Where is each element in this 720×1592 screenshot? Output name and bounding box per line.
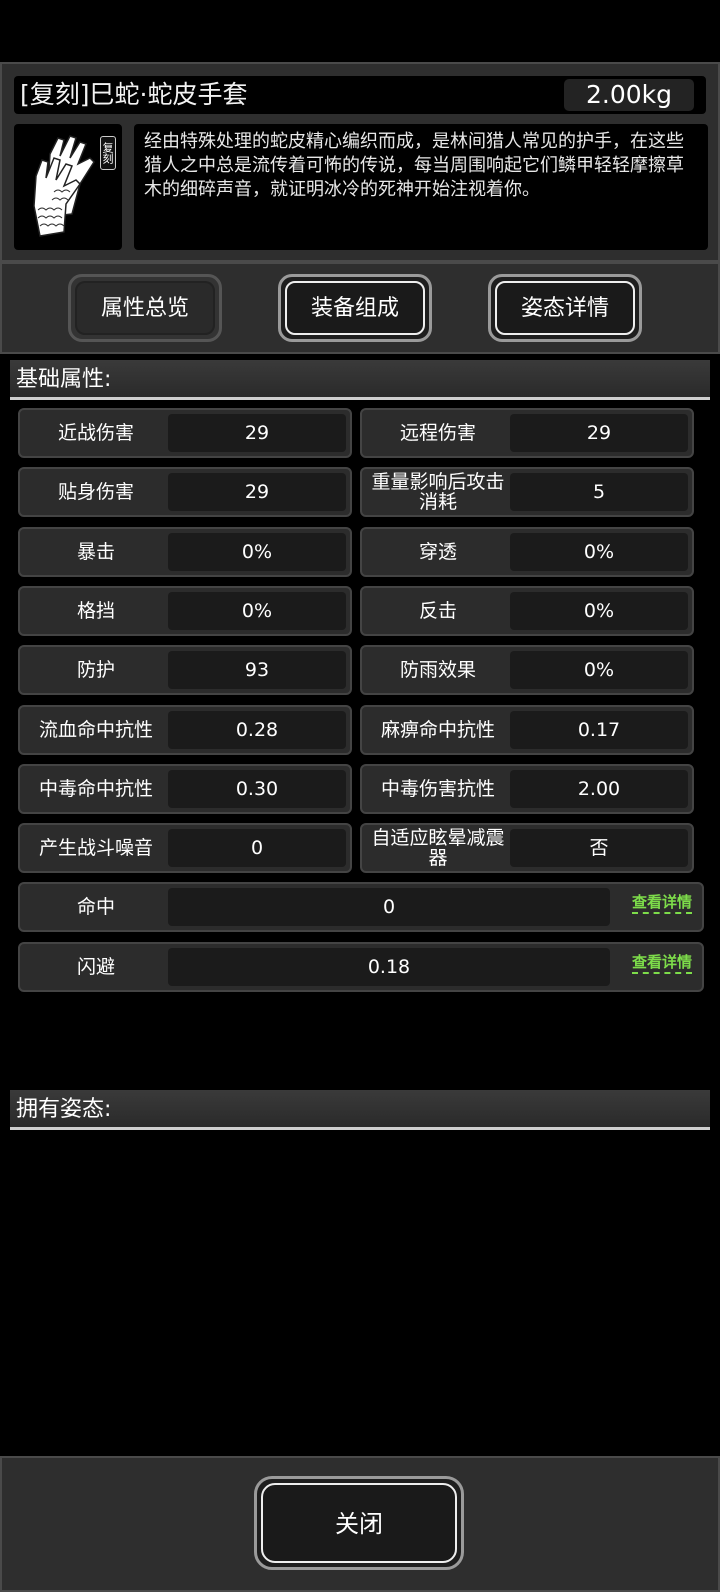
stat-label: 近战伤害	[57, 422, 134, 444]
stat-row-wide: 闪避 0.18 查看详情	[18, 942, 704, 992]
tab-stance-details[interactable]: 姿态详情	[488, 274, 642, 342]
stat-label: 自适应眩晕减震器	[371, 827, 505, 869]
stat-label: 产生战斗噪音	[38, 837, 153, 859]
stat-value: 0%	[510, 592, 688, 630]
stat-row: 暴击 0%	[18, 527, 352, 577]
stat-value: 2.00	[510, 770, 688, 808]
stat-label: 反击	[418, 600, 457, 622]
stat-value: 29	[168, 473, 346, 511]
stat-row: 远程伤害 29	[360, 408, 694, 458]
stat-row: 格挡 0%	[18, 586, 352, 636]
stat-row: 反击 0%	[360, 586, 694, 636]
item-name-bar: [复刻]巳蛇·蛇皮手套 2.00kg	[14, 76, 706, 114]
tabs-bar: 属性总览 装备组成 姿态详情	[0, 262, 720, 354]
stat-value: 5	[510, 473, 688, 511]
stat-value: 29	[168, 414, 346, 452]
stat-label: 重量影响后攻击消耗	[371, 471, 505, 513]
close-button-label: 关闭	[261, 1483, 457, 1563]
basic-attributes-header: 基础属性:	[10, 360, 710, 400]
stat-label: 中毒伤害抗性	[380, 778, 495, 800]
stat-value: 29	[510, 414, 688, 452]
stat-value: 否	[510, 829, 688, 867]
stat-row: 近战伤害 29	[18, 408, 352, 458]
section-title: 拥有姿态:	[16, 1097, 112, 1122]
stat-label: 中毒命中抗性	[38, 778, 153, 800]
stat-value: 0.30	[168, 770, 346, 808]
tab-attribute-overview[interactable]: 属性总览	[68, 274, 222, 342]
tab-equipment-composition[interactable]: 装备组成	[278, 274, 432, 342]
stat-row: 贴身伤害 29	[18, 467, 352, 517]
stat-row: 产生战斗噪音 0	[18, 823, 352, 873]
item-icon-frame: 复刻	[14, 124, 122, 250]
stat-row: 流血命中抗性 0.28	[18, 705, 352, 755]
stat-row: 穿透 0%	[360, 527, 694, 577]
item-description-box: 经由特殊处理的蛇皮精心编织而成，是林间猎人常见的护手，在这些猎人之中总是流传着可…	[134, 124, 708, 250]
stat-value: 0	[168, 888, 610, 926]
stat-label: 防雨效果	[399, 659, 476, 681]
stat-label: 麻痹命中抗性	[380, 719, 495, 741]
stat-value: 0%	[168, 533, 346, 571]
owned-stances-header: 拥有姿态:	[10, 1090, 710, 1130]
tab-stance-details-label: 姿态详情	[495, 281, 635, 335]
stat-value: 0	[168, 829, 346, 867]
stat-label: 流血命中抗性	[38, 719, 153, 741]
stat-row: 中毒伤害抗性 2.00	[360, 764, 694, 814]
stat-row: 重量影响后攻击消耗 5	[360, 467, 694, 517]
stats-panel[interactable]: 基础属性: 近战伤害 29 远程伤害 29 贴身伤害 29 重量影响后攻击消耗 5 暴击 0% 穿透…	[0, 356, 720, 1434]
view-details-link[interactable]: 查看详情	[631, 892, 692, 914]
bottom-bar: 关闭	[0, 1456, 720, 1592]
stat-label: 贴身伤害	[57, 481, 134, 503]
section-title: 基础属性:	[16, 367, 112, 392]
stat-label: 暴击	[76, 541, 115, 563]
item-tag-badge: 复刻	[100, 136, 116, 170]
tab-equipment-composition-label: 装备组成	[285, 281, 425, 335]
stat-value: 0%	[510, 651, 688, 689]
stat-value: 93	[168, 651, 346, 689]
item-weight: 2.00kg	[564, 79, 694, 111]
item-info-panel: [复刻]巳蛇·蛇皮手套 2.00kg 复刻 经由特殊处理的蛇皮精心编织而成，是林…	[0, 62, 720, 262]
stat-value: 0%	[168, 592, 346, 630]
stat-value: 0%	[510, 533, 688, 571]
stat-row: 中毒命中抗性 0.30	[18, 764, 352, 814]
view-details-link[interactable]: 查看详情	[631, 952, 692, 974]
stat-value: 0.17	[510, 711, 688, 749]
tab-attribute-overview-label: 属性总览	[75, 281, 215, 335]
stat-label: 闪避	[76, 956, 115, 978]
stat-label: 远程伤害	[399, 422, 476, 444]
stat-label: 命中	[76, 896, 115, 918]
stat-value: 0.18	[168, 948, 610, 986]
close-button[interactable]: 关闭	[254, 1476, 464, 1570]
stat-row: 自适应眩晕减震器否	[360, 823, 694, 873]
stat-label: 格挡	[76, 600, 115, 622]
stat-row: 防护 93	[18, 645, 352, 695]
stat-row: 麻痹命中抗性 0.17	[360, 705, 694, 755]
stat-value: 0.28	[168, 711, 346, 749]
item-name: [复刻]巳蛇·蛇皮手套	[20, 80, 248, 109]
stat-label: 防护	[76, 659, 115, 681]
stat-row: 防雨效果 0%	[360, 645, 694, 695]
stat-label: 穿透	[418, 541, 457, 563]
stat-row-wide: 命中 0 查看详情	[18, 882, 704, 932]
item-description: 经由特殊处理的蛇皮精心编织而成，是林间猎人常见的护手，在这些猎人之中总是流传着可…	[144, 131, 684, 200]
